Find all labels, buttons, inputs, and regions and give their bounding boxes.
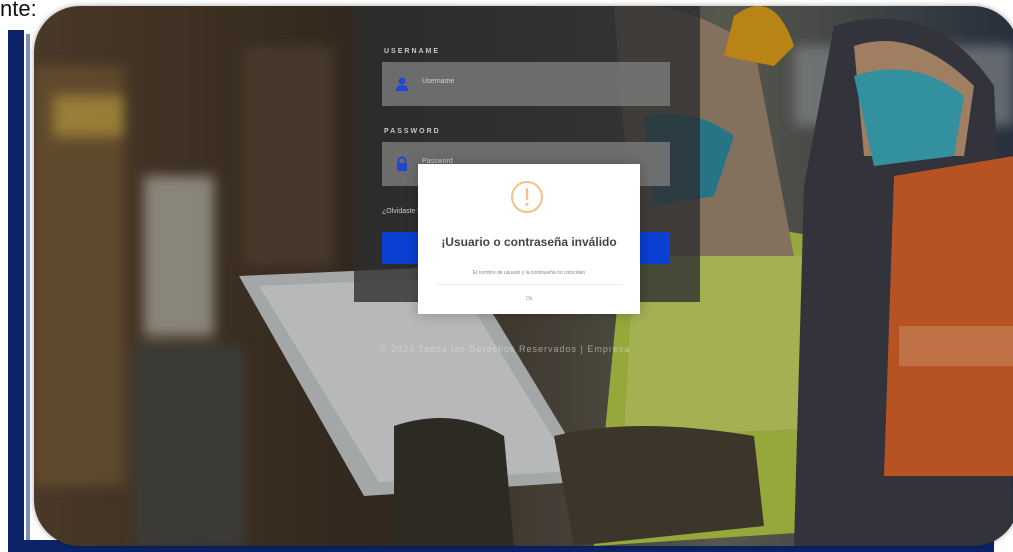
footer-copyright: © 2024 Todos los Derechos Reservados | E… bbox=[380, 344, 631, 354]
username-field[interactable]: Username bbox=[382, 62, 670, 106]
left-accent-bar bbox=[8, 30, 24, 552]
dialog-title: ¡Usuario o contraseña inválido bbox=[441, 235, 617, 249]
left-accent-line bbox=[26, 34, 30, 552]
username-placeholder: Username bbox=[422, 78, 455, 85]
dialog-ok-button[interactable]: Ok bbox=[504, 292, 554, 306]
username-label: USERNAME bbox=[384, 48, 441, 55]
dialog-message: El nombre de usuario y la contraseña no … bbox=[472, 270, 586, 276]
login-screenshot: USERNAME Username PASSWORD Password ¿Olv… bbox=[34, 6, 1013, 546]
dialog-divider bbox=[436, 284, 622, 285]
document-caption: nte: bbox=[0, 0, 37, 21]
error-dialog: ¡Usuario o contraseña inválido El nombre… bbox=[418, 164, 640, 314]
warning-icon bbox=[510, 180, 544, 214]
lock-icon bbox=[394, 156, 410, 172]
password-label: PASSWORD bbox=[384, 128, 441, 135]
user-icon bbox=[394, 76, 410, 92]
